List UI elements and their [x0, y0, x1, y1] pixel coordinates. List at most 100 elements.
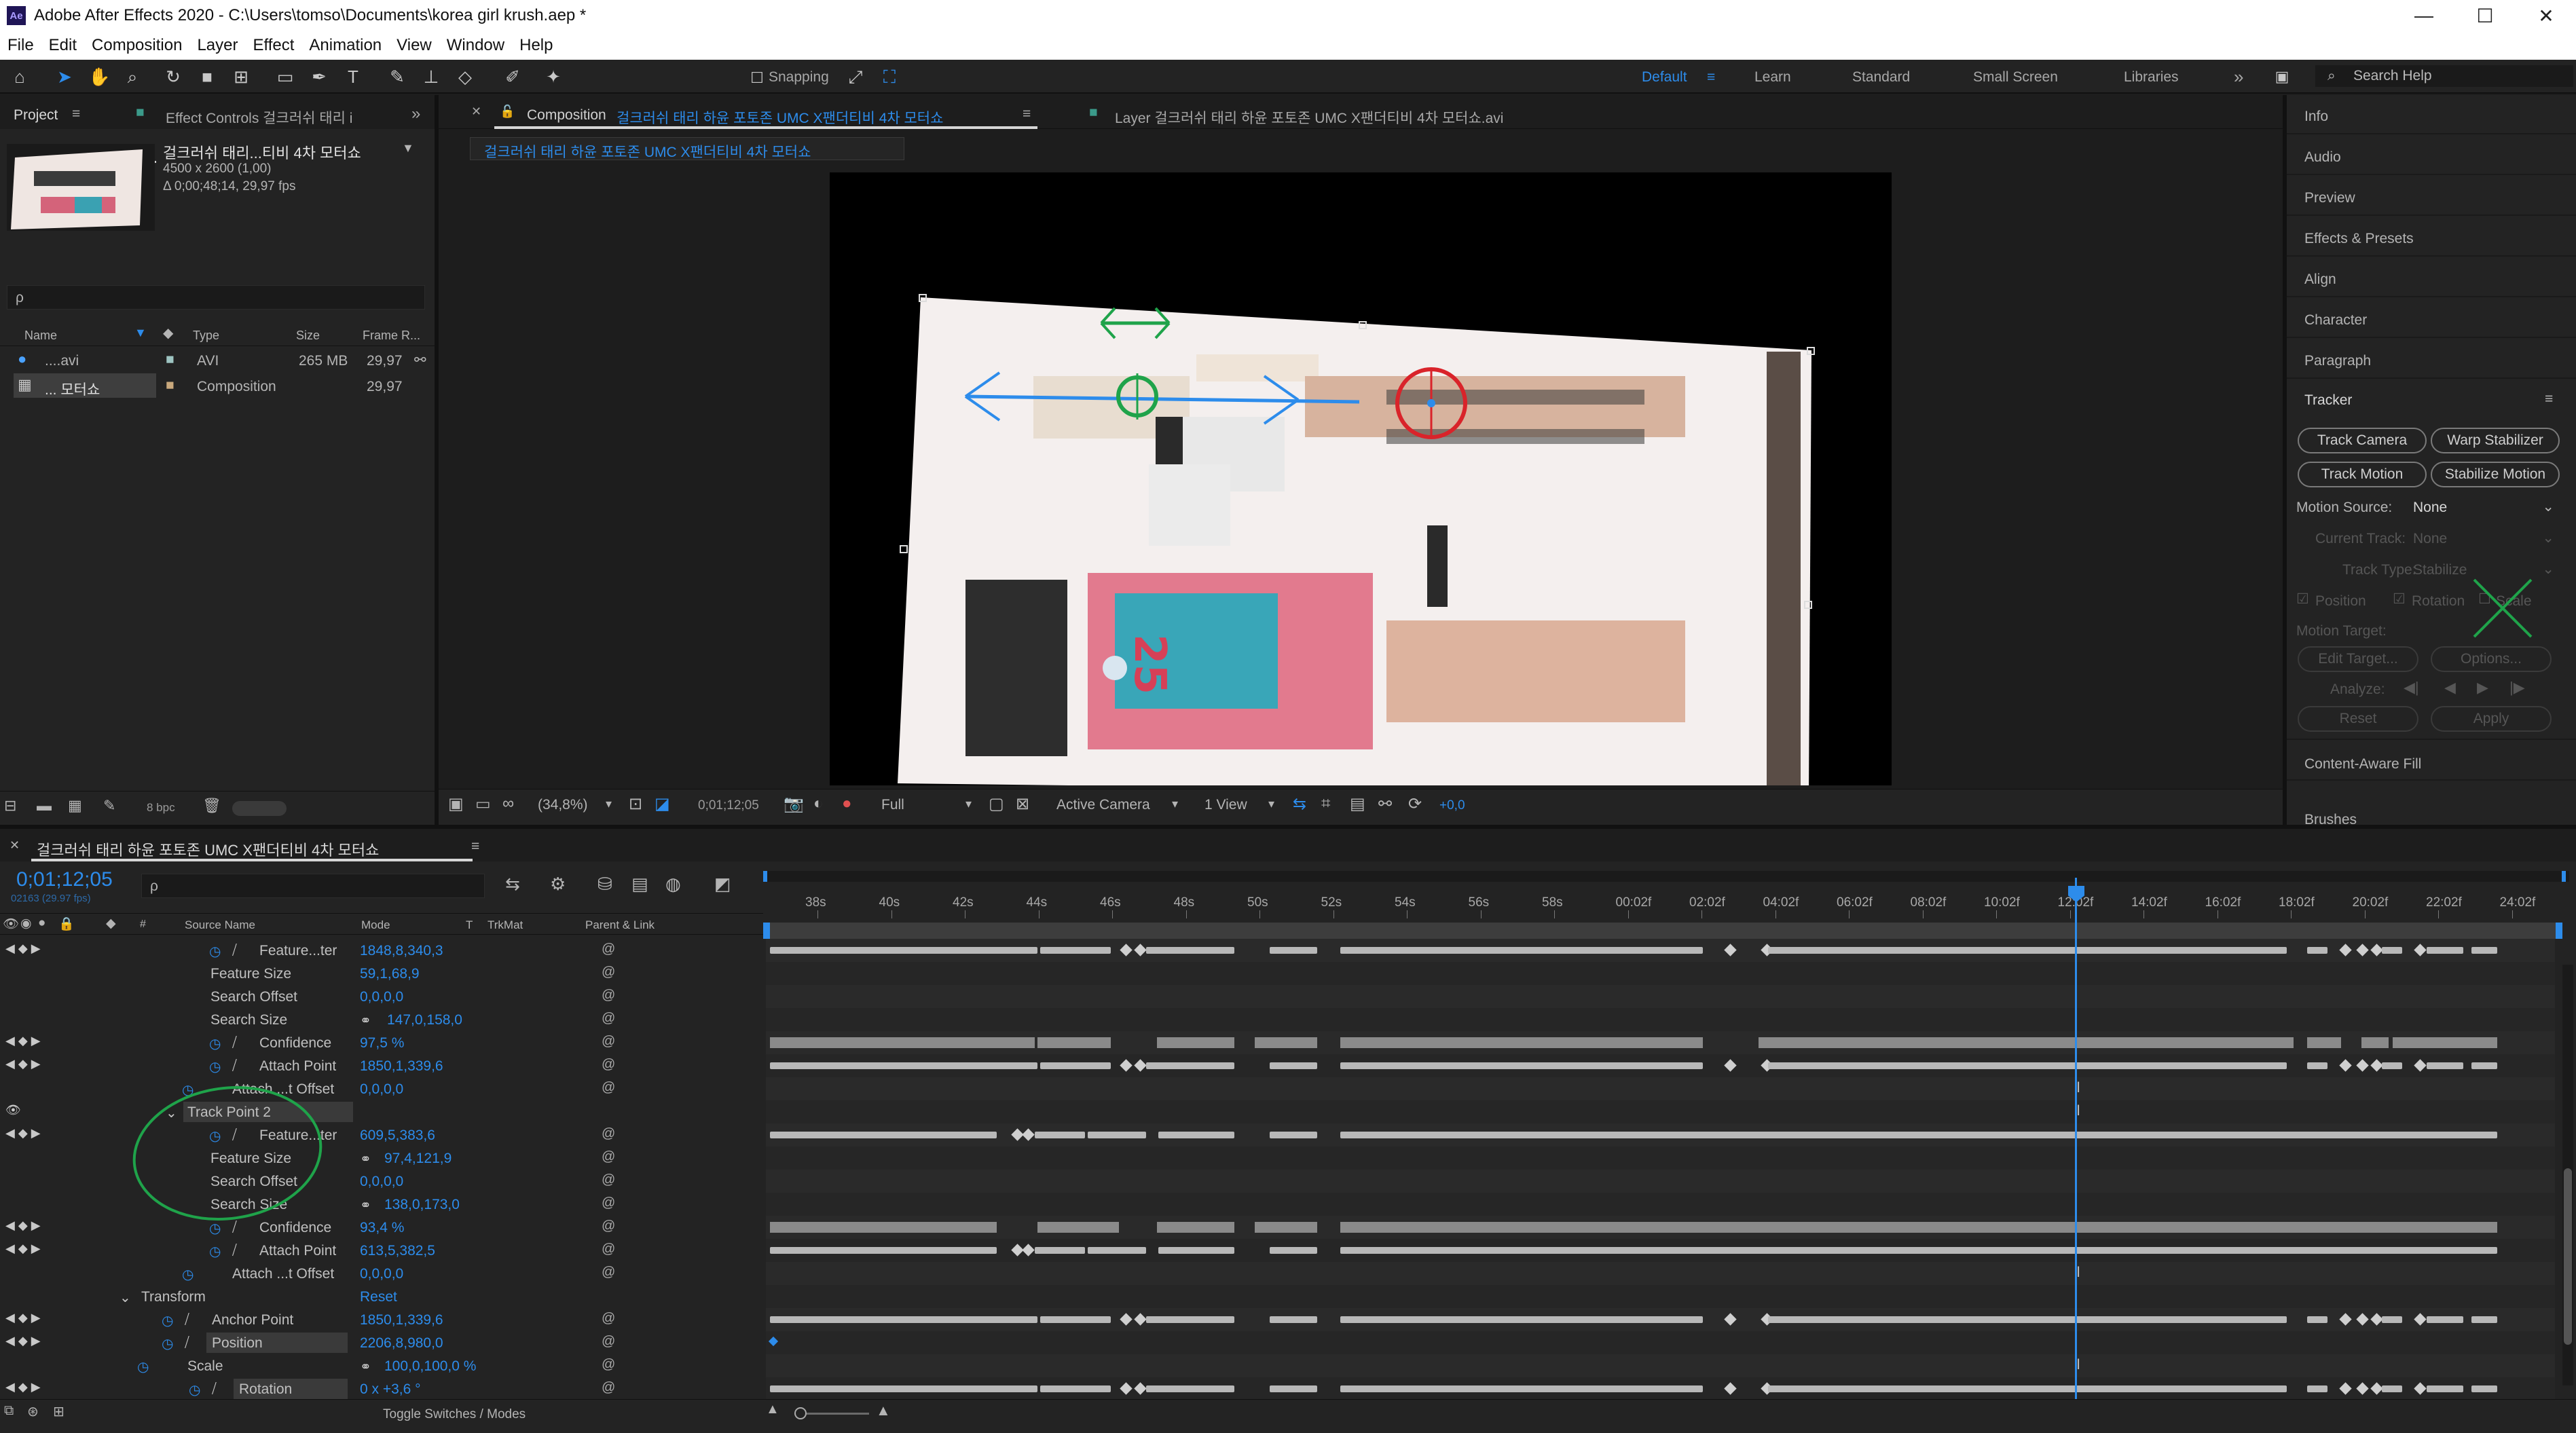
- home-icon[interactable]: ⌂: [10, 67, 30, 87]
- keyframe-diamond-icon[interactable]: [1724, 944, 1737, 956]
- expression-pickwhip-icon[interactable]: @: [602, 1126, 615, 1142]
- playhead[interactable]: [2075, 878, 2077, 1407]
- keyframe-diamond-icon[interactable]: [2356, 1382, 2369, 1395]
- timeline-tab[interactable]: 걸크러쉬 태리 하윤 포토존 UMC X팬더티비 4차 모터쇼: [37, 838, 379, 860]
- col-mode[interactable]: Mode: [361, 918, 390, 932]
- search-help-field[interactable]: ⌕ Search Help: [2315, 65, 2573, 87]
- monitor-icon[interactable]: ▭: [475, 794, 491, 814]
- keyframe-bar[interactable]: [2307, 947, 2327, 954]
- exposure-value[interactable]: +0,0: [1439, 798, 1465, 813]
- stopwatch-icon[interactable]: ◷: [182, 1266, 194, 1283]
- info-panel[interactable]: Info: [2287, 95, 2576, 134]
- motion-blur-icon[interactable]: ◍: [665, 874, 681, 895]
- keyframe-bar[interactable]: [1270, 947, 1317, 954]
- property-row[interactable]: ◀ ◆ ▶ ◷ ⧸ Rotation 0 x +3,6 ° @: [0, 1377, 764, 1400]
- keyframe-bar[interactable]: [2471, 1316, 2497, 1323]
- paragraph-panel[interactable]: Paragraph: [2287, 339, 2576, 379]
- keyframe-diamond-icon[interactable]: [1134, 1382, 1147, 1395]
- keyframe-bar[interactable]: [770, 1132, 997, 1138]
- property-row[interactable]: Feature Size 59,1,68,9 @: [0, 962, 764, 985]
- track-motion-button[interactable]: Track Motion: [2298, 462, 2427, 487]
- new-folder-icon[interactable]: ▬: [37, 797, 52, 815]
- project-item[interactable]: ● ....avi ■ AVI 265 MB 29,97 ⚯: [0, 348, 435, 372]
- transparency-grid-icon[interactable]: ⊠: [1016, 794, 1029, 814]
- project-search-input[interactable]: ρ: [7, 285, 425, 310]
- property-row[interactable]: ◀ ◆ ▶ ◷ ⧸ Confidence 97,5 % @: [0, 1031, 764, 1054]
- keyframe-diamond-icon[interactable]: [2356, 944, 2369, 956]
- keyframe-track[interactable]: [766, 1008, 2555, 1031]
- zoom-out-icon[interactable]: ▲: [766, 1402, 779, 1417]
- expression-pickwhip-icon[interactable]: @: [602, 1334, 615, 1350]
- keyframe-bar[interactable]: [1270, 1132, 1317, 1138]
- keyframe-navigator-icon[interactable]: ◀ ◆ ▶: [5, 1242, 41, 1256]
- workspace-menu-icon[interactable]: ≡: [1707, 69, 1715, 86]
- expression-pickwhip-icon[interactable]: @: [602, 1242, 615, 1257]
- keyframe-diamond-icon[interactable]: [1120, 1382, 1133, 1395]
- lock-icon[interactable]: 🔒: [58, 916, 75, 932]
- keyframe-diamond-icon[interactable]: [1022, 1128, 1035, 1141]
- type-tool-icon[interactable]: T: [343, 67, 363, 87]
- property-value[interactable]: 0,0,0,0: [360, 1081, 403, 1098]
- panel-menu-icon[interactable]: ≡: [2545, 391, 2553, 407]
- stopwatch-icon[interactable]: ◷: [209, 1035, 221, 1052]
- keyframe-track[interactable]: [766, 985, 2555, 1008]
- keyframe-bar[interactable]: [1146, 1385, 1234, 1392]
- always-preview-icon[interactable]: ▣: [448, 794, 464, 814]
- keyframe-navigator-icon[interactable]: ◀ ◆ ▶: [5, 1034, 41, 1048]
- property-row[interactable]: Feature Size ⚭ 97,4,121,9 @: [0, 1147, 764, 1170]
- keyframe-bar[interactable]: [2427, 1062, 2463, 1069]
- keyframe-diamond-icon[interactable]: [2339, 1382, 2352, 1395]
- time-ruler[interactable]: 38s 40s 42s 44s 46s 48s 50s 52s 54s 56s 58s 00:02f 0…: [763, 868, 2569, 940]
- property-value[interactable]: 138,0,173,0: [384, 1197, 460, 1213]
- keyframe-bar[interactable]: [1158, 1247, 1234, 1254]
- keyframe-diamond-icon[interactable]: [2370, 1382, 2383, 1395]
- property-row[interactable]: ◀ ◆ ▶ ◷ ⧸ Anchor Point 1850,1,339,6 @: [0, 1308, 764, 1331]
- keyframe-diamond-icon[interactable]: [768, 1336, 779, 1347]
- keyframe-navigator-icon[interactable]: ◀ ◆ ▶: [5, 1334, 41, 1348]
- resolution-dropdown-icon[interactable]: ▾: [965, 797, 972, 811]
- keyframe-diamond-icon[interactable]: [2370, 1313, 2383, 1326]
- stopwatch-icon[interactable]: ◷: [162, 1335, 173, 1352]
- panel-menu-icon[interactable]: ≡: [471, 838, 479, 855]
- property-value[interactable]: 1850,1,339,6: [360, 1312, 443, 1328]
- keyframe-diamond-icon[interactable]: [2370, 944, 2383, 956]
- keyframe-bar[interactable]: [1270, 1247, 1317, 1254]
- menu-layer[interactable]: Layer: [189, 36, 245, 55]
- keyframe-diamond-icon[interactable]: [2339, 944, 2352, 956]
- keyframe-bar[interactable]: [1768, 1385, 2287, 1392]
- timeline-search-input[interactable]: ρ: [141, 874, 485, 898]
- property-row[interactable]: ⌄ Transform Reset: [0, 1285, 764, 1308]
- graph-editor-toggle-icon[interactable]: ⧸: [232, 943, 237, 959]
- property-row[interactable]: ◷ Attach ...t Offset 0,0,0,0 @: [0, 1262, 764, 1285]
- graph-editor-toggle-icon[interactable]: ⧸: [232, 1243, 237, 1259]
- close-tab-icon[interactable]: ✕: [10, 838, 20, 853]
- col-type[interactable]: Type: [193, 329, 219, 343]
- property-value[interactable]: 97,5 %: [360, 1035, 404, 1052]
- selection-tool-icon[interactable]: ➤: [54, 67, 75, 87]
- graph-editor-toggle-icon[interactable]: ⧸: [212, 1381, 217, 1397]
- expression-pickwhip-icon[interactable]: @: [602, 1265, 615, 1280]
- keyframe-bar[interactable]: [2382, 1385, 2402, 1392]
- camera-dropdown-icon[interactable]: ▾: [1172, 797, 1178, 811]
- timeline-icon[interactable]: ▤: [1350, 794, 1365, 814]
- property-row[interactable]: ◀ ◆ ▶ ◷ ⧸ Feature...ter 609,5,383,6 @: [0, 1123, 764, 1147]
- position-checkbox[interactable]: ☑: [2296, 591, 2309, 608]
- keyframe-track[interactable]: I: [766, 1262, 2555, 1285]
- flowchart-icon[interactable]: ⚯: [1378, 794, 1392, 814]
- col-name[interactable]: Name: [24, 329, 57, 343]
- keyframe-diamond-icon[interactable]: [1724, 1313, 1737, 1326]
- workspace-small-screen[interactable]: Small Screen: [1973, 69, 2058, 86]
- zoom-in-icon[interactable]: ▲: [876, 1402, 891, 1419]
- workspace-standard[interactable]: Standard: [1852, 69, 1910, 86]
- keyframe-bar[interactable]: [770, 1062, 1037, 1069]
- property-row[interactable]: Search Offset 0,0,0,0 @: [0, 985, 764, 1008]
- expression-pickwhip-icon[interactable]: @: [602, 1034, 615, 1049]
- shy-layers-icon[interactable]: ⛁: [597, 874, 612, 895]
- property-value[interactable]: 613,5,382,5: [360, 1243, 435, 1259]
- workspace-overflow[interactable]: »: [2234, 67, 2243, 88]
- keyframe-bar[interactable]: [2471, 947, 2497, 954]
- keyframe-track[interactable]: [766, 1031, 2555, 1054]
- property-value[interactable]: 147,0,158,0: [387, 1012, 462, 1028]
- layer-tab[interactable]: Layer 걸크러쉬 태리 하윤 포토존 UMC X팬더티비 4차 모터쇼.av…: [1115, 107, 1503, 128]
- reset-exposure-icon[interactable]: ⟳: [1408, 794, 1422, 814]
